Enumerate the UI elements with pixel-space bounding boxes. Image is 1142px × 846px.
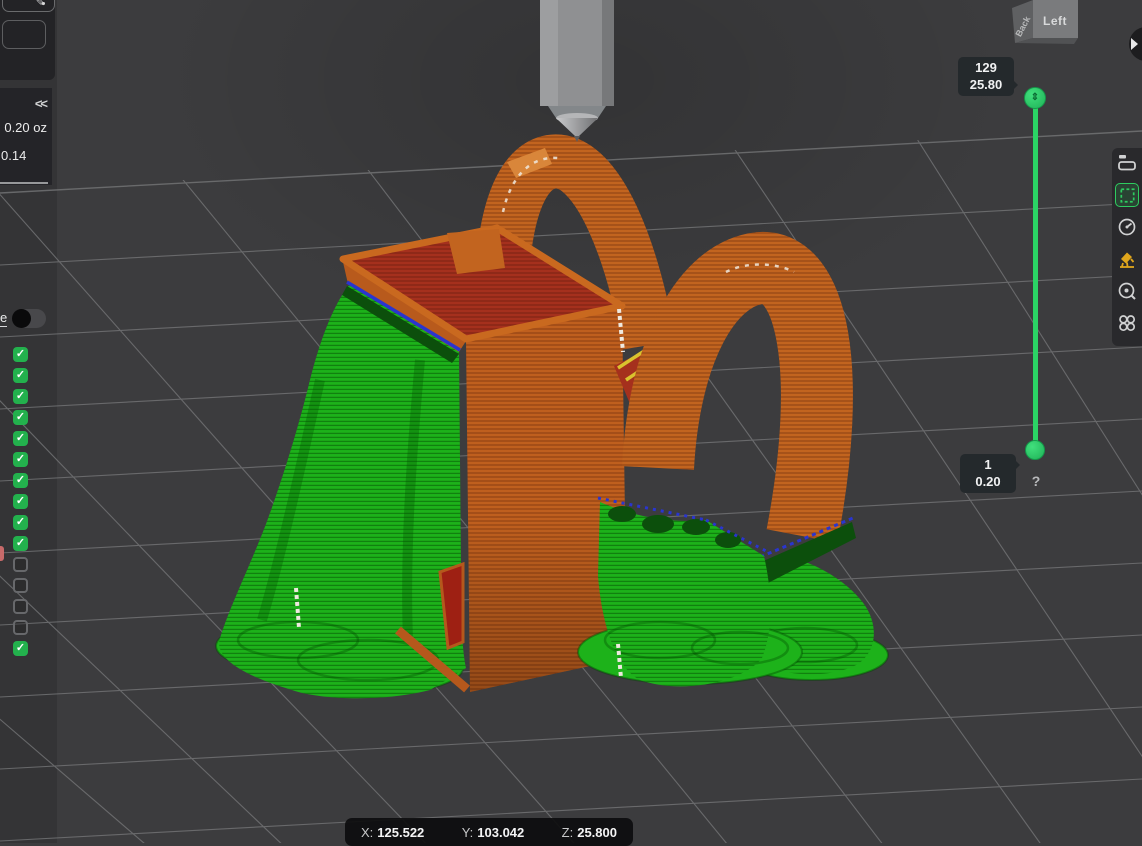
legend-checkbox[interactable] <box>13 578 28 593</box>
panel-divider <box>0 182 48 184</box>
top-layer-number: 129 <box>958 59 1014 76</box>
layer-slider-top-tooltip: 129 25.80 <box>958 57 1014 96</box>
legend-checkbox[interactable]: ✓ <box>13 536 28 551</box>
bottom-layer-height: 0.20 <box>960 473 1016 490</box>
legend-checkbox[interactable] <box>13 620 28 635</box>
legend-toggle-label: e <box>0 310 7 327</box>
legend-checkbox[interactable]: ✓ <box>13 473 28 488</box>
slicer-preview-screen: { "viewport": { "statusbar": { "x_label"… <box>0 0 1142 843</box>
legend-checkbox[interactable]: ✓ <box>13 452 28 467</box>
slider-help-button[interactable]: ? <box>1028 473 1044 489</box>
focus-target-icon[interactable] <box>1115 279 1139 303</box>
layer-slider-top-handle[interactable]: ⇕ <box>1024 87 1046 109</box>
bottom-layer-number: 1 <box>960 456 1016 473</box>
legend-color-swatch <box>0 546 4 561</box>
speed-gauge-icon[interactable] <box>1115 215 1139 239</box>
scene-canvas: Back Left <box>0 0 1142 843</box>
legend-checkbox-list: ✓ ✓ ✓ ✓ ✓ ✓ ✓ ✓ ✓ ✓ ✓ <box>13 347 28 662</box>
legend-checkbox[interactable]: ✓ <box>13 368 28 383</box>
layer-slider-bottom-tooltip: 1 0.20 <box>960 454 1016 493</box>
legend-checkbox[interactable] <box>13 557 28 572</box>
filament-info-panel: << 0.20 oz 0.14 <box>0 88 52 185</box>
toggle-knob <box>12 309 31 328</box>
y-coordinate: Y: 103.042 <box>462 825 525 840</box>
legend-checkbox[interactable]: ✓ <box>13 515 28 530</box>
filament-cost-value: 0.14 <box>1 148 26 163</box>
coordinates-statusbar: X: 125.522 Y: 103.042 Z: 25.800 <box>345 818 633 846</box>
legend-checkbox[interactable]: ✓ <box>13 431 28 446</box>
top-layer-height: 25.80 <box>958 76 1014 93</box>
layer-slider-track[interactable] <box>1033 98 1038 449</box>
collapse-panel-button[interactable]: << <box>35 96 46 111</box>
filament-weight-value: 0.20 oz <box>4 120 47 135</box>
filament-button[interactable] <box>2 20 46 49</box>
support-paint-icon[interactable] <box>1115 247 1139 271</box>
legend-checkbox[interactable]: ✓ <box>13 641 28 656</box>
nav-cube[interactable]: Back Left <box>1012 0 1078 44</box>
edit-button[interactable]: ✎ <box>2 0 55 12</box>
layer-slider-bottom-handle[interactable] <box>1025 440 1045 460</box>
legend-checkbox[interactable]: ✓ <box>13 347 28 362</box>
legend-toggle-switch[interactable] <box>15 309 46 328</box>
apps-grid-icon[interactable] <box>1115 311 1139 335</box>
notification-dot <box>42 2 45 5</box>
legend-checkbox[interactable] <box>13 599 28 614</box>
top-left-panel: ✎ <box>0 0 55 80</box>
legend-checkbox[interactable]: ✓ <box>13 410 28 425</box>
dashed-frame-icon[interactable] <box>1115 183 1139 207</box>
preview-3d-viewport[interactable]: Back Left <box>0 0 1142 843</box>
z-coordinate: Z: 25.800 <box>562 825 617 840</box>
nav-cube-front-label[interactable]: Left <box>1043 14 1067 28</box>
legend-checkbox[interactable]: ✓ <box>13 389 28 404</box>
view-options-toolbar <box>1112 148 1142 346</box>
legend-checkbox[interactable]: ✓ <box>13 494 28 509</box>
x-coordinate: X: 125.522 <box>361 825 424 840</box>
layer-list-icon[interactable] <box>1115 151 1139 175</box>
